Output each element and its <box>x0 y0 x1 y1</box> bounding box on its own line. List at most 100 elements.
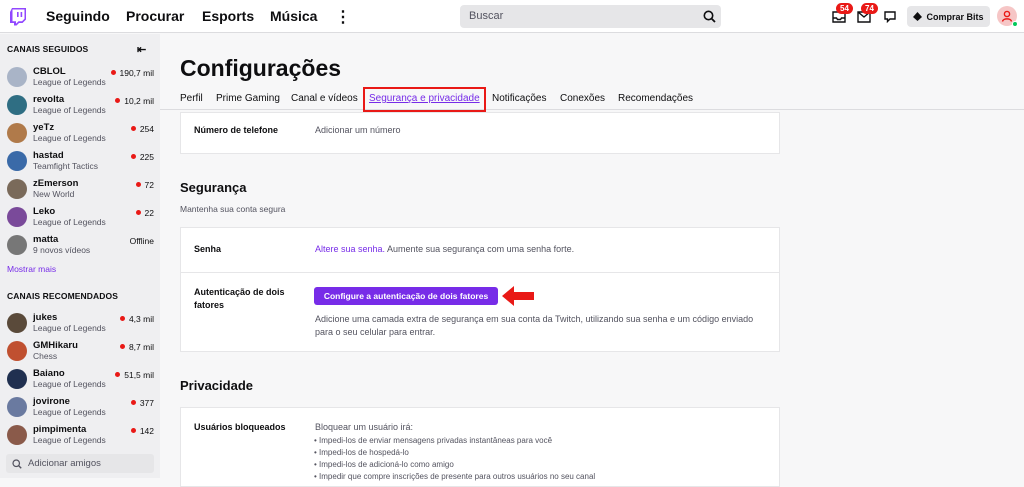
tab-notifications[interactable]: Notificações <box>492 93 546 104</box>
viewer-count: 51,5 mil <box>124 370 154 380</box>
live-dot <box>130 154 136 159</box>
user-icon <box>1001 10 1013 22</box>
show-more-link[interactable]: Mostrar mais <box>7 264 56 274</box>
password-label: Senha <box>194 244 222 254</box>
live-dot <box>110 70 116 75</box>
twofa-label-line1: Autenticação de dois <box>194 287 285 297</box>
channel-name: CBLOL <box>33 66 66 77</box>
channel-name: yeTz <box>33 122 55 133</box>
live-dot <box>135 210 141 215</box>
channel-game: 9 novos vídeos <box>33 245 91 255</box>
buy-bits-button[interactable]: Comprar Bits <box>907 6 990 27</box>
channel-name: zEmerson <box>33 178 79 189</box>
search-icon <box>703 10 716 23</box>
change-password-link[interactable]: Altere sua senha. <box>315 244 385 254</box>
channel-viewers: 8,7 mil <box>119 342 154 352</box>
channel-item-yetz[interactable]: yeTz League of Legends 254 <box>0 119 160 147</box>
channel-item-leko[interactable]: Leko League of Legends 22 <box>0 203 160 231</box>
whispers-button[interactable] <box>880 7 900 27</box>
channel-item-revolta[interactable]: revolta League of Legends 10,2 mil <box>0 91 160 119</box>
list-item: Impedi-los de hospedá-lo <box>314 447 595 459</box>
nav-music[interactable]: Música <box>270 8 317 24</box>
privacy-title: Privacidade <box>180 378 253 393</box>
more-options-icon[interactable]: ⋮ <box>335 7 351 27</box>
tab-connections[interactable]: Conexões <box>560 93 605 104</box>
viewer-count: Offline <box>129 236 154 246</box>
channel-name: GMHikaru <box>33 340 78 351</box>
channel-avatar <box>7 151 27 171</box>
channel-game: League of Legends <box>33 435 106 445</box>
red-pointer-arrow-icon <box>502 286 534 306</box>
buy-bits-label: Comprar Bits <box>926 11 984 22</box>
channel-game: New World <box>33 189 75 199</box>
channel-viewers: 22 <box>135 208 154 218</box>
channel-name: revolta <box>33 94 65 105</box>
channel-game: Teamfight Tactics <box>33 161 99 171</box>
channel-item-cblol[interactable]: CBLOL League of Legends 190,7 mil <box>0 63 160 91</box>
contact-card: Número de telefone Adicionar um número <box>180 112 780 154</box>
viewer-count: 254 <box>139 124 154 134</box>
channel-viewers: 72 <box>135 180 154 190</box>
twofa-desc-line2: para o seu celular para entrar. <box>315 327 436 337</box>
tab-prime-gaming[interactable]: Prime Gaming <box>216 93 280 104</box>
setup-twofa-button[interactable]: Configure a autenticação de dois fatores <box>314 287 498 305</box>
channel-name: matta <box>33 234 59 245</box>
active-tab-highlight <box>363 87 486 112</box>
channel-item-jovirone[interactable]: jovirone League of Legends 377 <box>0 393 160 421</box>
collapse-sidebar-icon[interactable]: ⇤ <box>137 43 146 56</box>
live-dot <box>119 344 125 349</box>
channel-viewers: 225 <box>130 152 154 162</box>
nav-browse[interactable]: Procurar <box>126 8 184 24</box>
channel-item-baiano[interactable]: Baiano League of Legends 51,5 mil <box>0 365 160 393</box>
viewer-count: 72 <box>144 180 154 190</box>
blocked-intro: Bloquear um usuário irá: <box>315 422 414 432</box>
channel-viewers: 254 <box>130 124 154 134</box>
viewer-count: 4,3 mil <box>128 314 154 324</box>
channel-avatar <box>7 341 27 361</box>
list-item: Impedi-los de adicioná-lo como amigo <box>314 459 595 471</box>
channel-viewers: 10,2 mil <box>115 96 154 106</box>
blocked-users-label: Usuários bloqueados <box>194 422 286 432</box>
viewer-count: 377 <box>139 398 154 408</box>
channel-item-jukes[interactable]: jukes League of Legends 4,3 mil <box>0 309 160 337</box>
search-button[interactable] <box>698 5 721 28</box>
channel-avatar <box>7 179 27 199</box>
channel-item-hastad[interactable]: hastad Teamfight Tactics 225 <box>0 147 160 175</box>
viewer-count: 10,2 mil <box>124 96 154 106</box>
live-dot <box>130 428 136 433</box>
channel-viewers: 51,5 mil <box>115 370 154 380</box>
channel-avatar <box>7 123 27 143</box>
channel-viewers: 377 <box>130 398 154 408</box>
channel-name: jovirone <box>33 396 70 407</box>
nav-esports[interactable]: Esports <box>202 8 254 24</box>
channel-name: Leko <box>33 206 56 217</box>
live-dot <box>135 182 141 187</box>
channel-game: Chess <box>33 351 58 361</box>
add-phone-link[interactable]: Adicionar um número <box>315 124 401 137</box>
channel-item-zemerson[interactable]: zEmerson New World 72 <box>0 175 160 203</box>
live-dot <box>115 98 121 103</box>
channel-viewers: 4,3 mil <box>119 314 154 324</box>
online-status-dot <box>1012 21 1018 27</box>
twofa-description: Adicione uma camada extra de segurança e… <box>315 313 775 339</box>
tab-profile[interactable]: Perfil <box>180 93 203 104</box>
channel-game: League of Legends <box>33 379 106 389</box>
live-dot <box>115 372 121 377</box>
channel-item-gmhikaru[interactable]: GMHikaru Chess 8,7 mil <box>0 337 160 365</box>
tab-channel-videos[interactable]: Canal e vídeos <box>291 93 358 104</box>
tab-recommendations[interactable]: Recomendações <box>618 93 693 104</box>
list-item: Impedi-los de enviar mensagens privadas … <box>314 435 595 447</box>
list-item: Impedir que compre inscrições de present… <box>314 471 595 483</box>
divider <box>181 272 779 273</box>
search-input[interactable]: Buscar <box>460 5 698 28</box>
page-title: Configurações <box>180 55 342 81</box>
channel-item-pimpimenta[interactable]: pimpimenta League of Legends 142 <box>0 421 160 449</box>
phone-label: Número de telefone <box>194 125 279 135</box>
nav-following[interactable]: Seguindo <box>46 8 110 24</box>
add-friends-input[interactable]: Adicionar amigos <box>6 454 154 473</box>
twitch-logo-icon[interactable] <box>9 7 27 26</box>
password-value: Altere sua senha. Aumente sua segurança … <box>315 243 574 256</box>
channel-avatar <box>7 369 27 389</box>
viewer-count: 190,7 mil <box>119 68 155 78</box>
channel-item-matta[interactable]: matta 9 novos vídeos Offline <box>0 231 160 259</box>
